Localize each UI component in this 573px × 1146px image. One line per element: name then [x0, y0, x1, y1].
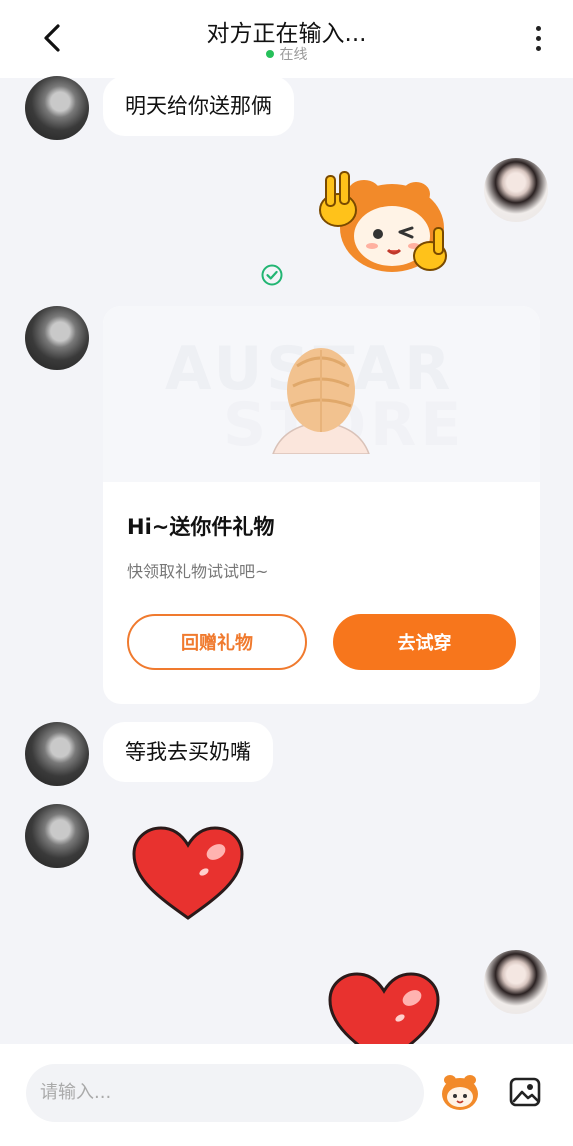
contact-avatar[interactable]: [25, 722, 89, 786]
more-dot: [535, 45, 541, 51]
my-avatar[interactable]: [484, 158, 548, 222]
heart-icon: [132, 826, 244, 920]
online-status-label: 在线: [279, 47, 308, 63]
image-picker-button[interactable]: [508, 1074, 544, 1110]
message-input-placeholder: 请输入...: [40, 1082, 112, 1103]
message-bubble[interactable]: 明天给你送那俩: [103, 76, 294, 136]
image-icon: [509, 1077, 541, 1107]
sticker-message[interactable]: [316, 170, 450, 280]
more-dot: [535, 25, 541, 31]
read-check-icon: [261, 264, 283, 286]
sticker-button[interactable]: [440, 1072, 480, 1112]
gift-card[interactable]: AUSTAR STORE Hi~送你件礼物 快领取礼物试试吧~ 回赠礼物 去试穿: [103, 306, 540, 704]
try-on-button[interactable]: 去试穿: [333, 614, 516, 670]
mascot-sticker-icon: [442, 1075, 478, 1110]
heart-sticker-message[interactable]: [130, 826, 246, 922]
orange-mascot-sticker-icon: [319, 171, 447, 272]
chat-title: 对方正在输入...: [206, 21, 367, 47]
contact-avatar[interactable]: [25, 804, 89, 868]
my-avatar[interactable]: [484, 950, 548, 1014]
chat-header: 对方正在输入... 在线: [0, 0, 573, 78]
online-dot: [265, 50, 274, 58]
message-bubble[interactable]: 等我去买奶嘴: [103, 722, 273, 782]
contact-avatar[interactable]: [25, 76, 89, 140]
gift-card-subtitle: 快领取礼物试试吧~: [127, 562, 269, 581]
return-gift-button[interactable]: 回赠礼物: [127, 614, 307, 670]
gift-card-title: Hi~送你件礼物: [127, 515, 275, 539]
heart-icon: [328, 972, 440, 1044]
composer-bar: 请输入...: [0, 1044, 573, 1146]
more-dot: [535, 35, 541, 41]
message-input[interactable]: 请输入...: [26, 1064, 424, 1122]
more-options-button[interactable]: [526, 20, 550, 56]
gift-card-image: AUSTAR STORE: [103, 306, 540, 482]
contact-avatar[interactable]: [25, 306, 89, 370]
character-head-icon: [272, 348, 370, 454]
heart-sticker-message[interactable]: [326, 972, 442, 1044]
online-status: 在线: [0, 44, 573, 64]
